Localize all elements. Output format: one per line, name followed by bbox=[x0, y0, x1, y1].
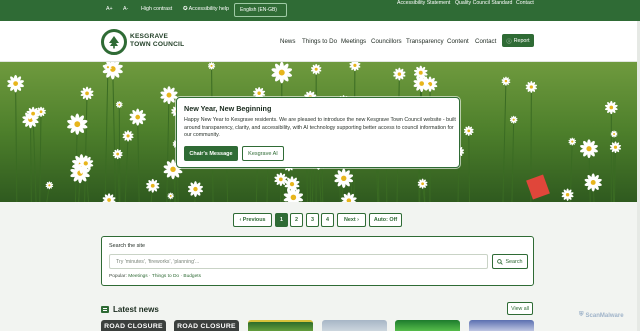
newspaper-icon bbox=[101, 306, 109, 313]
previous-label: Previous bbox=[242, 217, 266, 223]
accessibility-help-label: Accessibility help bbox=[188, 6, 229, 12]
report-icon: ⓘ bbox=[506, 38, 512, 45]
view-all-news-button[interactable]: View all bbox=[507, 302, 533, 315]
text-increase-button[interactable]: A+ bbox=[106, 6, 113, 12]
popular-separator: · bbox=[149, 274, 151, 279]
next-label: Next bbox=[344, 217, 356, 223]
search-icon bbox=[497, 258, 504, 265]
news-card-thumb[interactable]: ROAD CLOSURE bbox=[101, 320, 166, 331]
nav-meetings[interactable]: Meetings bbox=[341, 38, 366, 45]
news-card-thumb[interactable] bbox=[322, 320, 387, 331]
report-label: Report bbox=[513, 37, 530, 44]
shield-icon: ⛨ bbox=[579, 312, 584, 318]
popular-searches: Popular: Meetings · Things to Do · Budge… bbox=[109, 274, 201, 279]
nav-councillors[interactable]: Councillors bbox=[371, 38, 402, 45]
chevron-right-icon: › bbox=[355, 217, 359, 223]
accessibility-statement-link[interactable]: Accessibility Statement bbox=[397, 0, 450, 6]
page-2-button[interactable]: 2 bbox=[290, 213, 303, 227]
high-contrast-button[interactable]: High contrast bbox=[141, 6, 172, 12]
site-search-panel: Search the site Try 'minutes', 'firework… bbox=[101, 236, 534, 286]
popular-separator: · bbox=[180, 274, 183, 279]
council-name[interactable]: KESGRAVE TOWN COUNCIL bbox=[130, 33, 184, 49]
language-select[interactable]: English (EN-GB) bbox=[234, 3, 287, 17]
site-header: KESGRAVE TOWN COUNCIL News Things to Do … bbox=[0, 21, 640, 62]
road-closure-label: ROAD CLOSURE bbox=[174, 320, 239, 331]
search-button[interactable]: Search bbox=[492, 254, 528, 269]
next-button[interactable]: Next › bbox=[337, 213, 366, 227]
chairs-message-button[interactable]: Chair's Message bbox=[184, 146, 238, 161]
hero-body: Happy New Year to Kesgrave residents. We… bbox=[184, 117, 456, 139]
contact-top-link[interactable]: Contact bbox=[516, 0, 534, 6]
report-button[interactable]: ⓘ Report bbox=[502, 34, 534, 47]
nav-contact[interactable]: Contact bbox=[475, 38, 496, 45]
tree-icon bbox=[109, 36, 119, 49]
previous-button[interactable]: ‹ Previous bbox=[233, 213, 272, 227]
nav-news[interactable]: News bbox=[280, 38, 295, 45]
search-input[interactable]: Try 'minutes', 'fireworks', 'planning'..… bbox=[109, 254, 488, 269]
popular-link-things-to-do[interactable]: Things to Do bbox=[152, 274, 179, 279]
latest-news-title: Latest news bbox=[113, 305, 159, 314]
accessibility-help-button[interactable]: ✪ Accessibility help bbox=[183, 6, 229, 12]
search-label: Search the site bbox=[109, 243, 145, 249]
popular-link-meetings[interactable]: Meetings bbox=[128, 274, 147, 279]
popular-label: Popular: bbox=[109, 274, 127, 279]
page-3-button[interactable]: 3 bbox=[306, 213, 319, 227]
autoplay-toggle[interactable]: Auto: Off bbox=[369, 213, 402, 227]
accessibility-icon: ✪ bbox=[183, 6, 188, 12]
text-decrease-button[interactable]: A- bbox=[123, 6, 128, 12]
news-card-thumb[interactable] bbox=[469, 320, 534, 331]
nav-content[interactable]: Content bbox=[447, 38, 469, 45]
nav-things-to-do[interactable]: Things to Do bbox=[302, 38, 337, 45]
accessibility-bar: A+ A- High contrast ✪ Accessibility help… bbox=[0, 0, 640, 21]
council-logo[interactable] bbox=[101, 29, 127, 55]
news-card-thumb[interactable] bbox=[395, 320, 460, 331]
latest-news-heading: Latest news bbox=[101, 304, 159, 315]
road-closure-label: ROAD CLOSURE bbox=[101, 320, 166, 331]
news-thumbnails: ROAD CLOSURE ROAD CLOSURE bbox=[0, 320, 640, 331]
popular-link-budgets[interactable]: Budgets bbox=[183, 274, 201, 279]
news-card-thumb[interactable]: ROAD CLOSURE bbox=[174, 320, 239, 331]
news-card-thumb[interactable] bbox=[248, 320, 313, 331]
brand-line-1: KESGRAVE bbox=[130, 33, 169, 40]
page-1-button[interactable]: 1 bbox=[275, 213, 288, 227]
hero-title: New Year, New Beginning bbox=[184, 104, 272, 113]
page-4-button[interactable]: 4 bbox=[321, 213, 334, 227]
hero-card: New Year, New Beginning Happy New Year t… bbox=[176, 97, 460, 168]
quality-council-standard-link[interactable]: Quality Council Standard bbox=[455, 0, 512, 6]
search-button-label: Search bbox=[505, 258, 523, 265]
watermark: ⛨ ScanMalware bbox=[579, 312, 624, 319]
nav-transparency[interactable]: Transparency bbox=[406, 38, 444, 45]
watermark-label: ScanMalware bbox=[585, 312, 624, 319]
brand-line-2: TOWN COUNCIL bbox=[130, 41, 185, 48]
kesgrave-ai-button[interactable]: Kesgrave AI bbox=[242, 146, 284, 161]
hero-pager: ‹ Previous 1 2 3 4 Next › Auto: Off bbox=[0, 213, 640, 227]
